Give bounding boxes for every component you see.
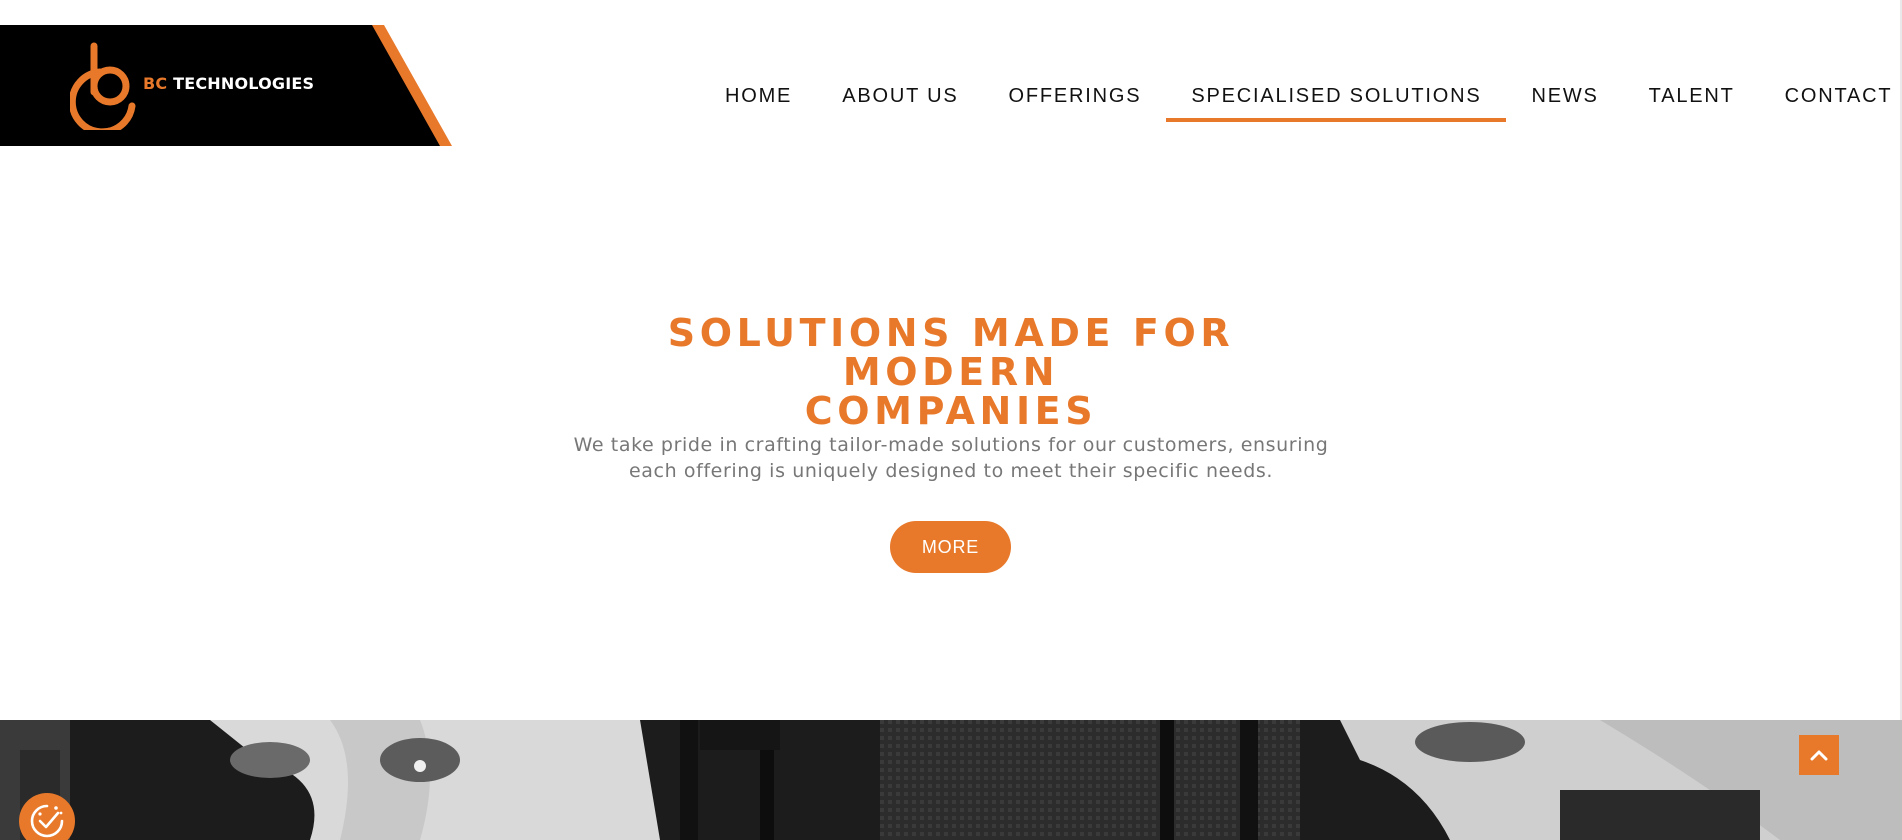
hero-description-line-1: We take pride in crafting tailor-made so… xyxy=(573,434,1329,456)
nav-item-news[interactable]: NEWS xyxy=(1506,82,1623,122)
hero-title-line-2: COMPANIES xyxy=(804,389,1098,433)
logo-text-prefix: BC xyxy=(143,74,168,93)
nav-item-home[interactable]: HOME xyxy=(700,82,817,122)
hero-description-line-2: each offering is uniquely designed to me… xyxy=(629,460,1273,482)
nav-item-offerings[interactable]: OFFERINGS xyxy=(983,82,1166,122)
hero-section: SOLUTIONS MADE FOR MODERN COMPANIES We t… xyxy=(0,146,1902,720)
bc-logo-mark-icon xyxy=(70,42,136,130)
nav-item-specialised-solutions[interactable]: SPECIALISED SOLUTIONS xyxy=(1166,82,1507,122)
nav-item-contact[interactable]: CONTACT xyxy=(1760,82,1902,122)
main-nav: HOME ABOUT US OFFERINGS SPECIALISED SOLU… xyxy=(700,82,1902,132)
more-button[interactable]: MORE xyxy=(890,521,1011,573)
logo-link[interactable]: BC TECHNOLOGIES xyxy=(0,25,452,146)
page: BC TECHNOLOGIES HOME ABOUT US OFFERINGS … xyxy=(0,0,1902,840)
team-photo xyxy=(0,720,1902,840)
cookie-consent-icon xyxy=(30,804,64,838)
hero-title: SOLUTIONS MADE FOR MODERN COMPANIES xyxy=(551,314,1351,431)
nav-item-about-us[interactable]: ABOUT US xyxy=(817,82,983,122)
cookie-consent-button[interactable] xyxy=(19,793,75,840)
logo-text-name: TECHNOLOGIES xyxy=(167,74,315,93)
logo-text: BC TECHNOLOGIES xyxy=(143,74,314,93)
nav-item-talent[interactable]: TALENT xyxy=(1624,82,1760,122)
chevron-up-icon xyxy=(1810,750,1828,761)
hero-title-line-1: SOLUTIONS MADE FOR MODERN xyxy=(667,311,1235,394)
hero-description: We take pride in crafting tailor-made so… xyxy=(561,432,1341,484)
team-photo-illustration xyxy=(0,720,1902,840)
scroll-to-top-button[interactable] xyxy=(1799,735,1839,775)
